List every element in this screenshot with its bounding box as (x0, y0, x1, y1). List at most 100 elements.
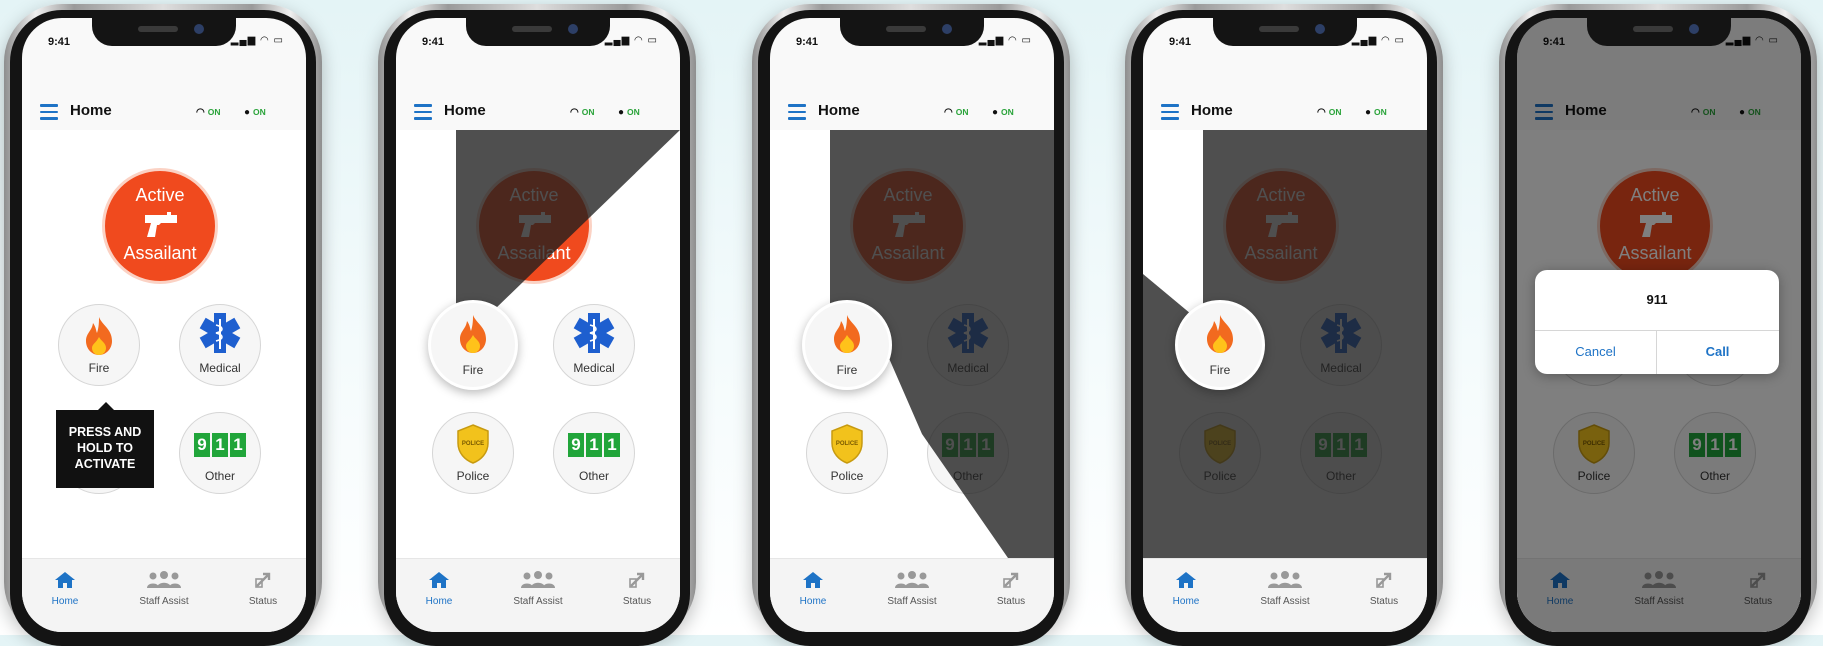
tab-staff-assist[interactable]: Staff Assist (1240, 571, 1330, 607)
front-camera (942, 24, 952, 34)
fire-icon (1207, 315, 1233, 353)
other-button[interactable]: 9 1 1 Other (179, 412, 261, 494)
tab-status[interactable]: Status (1339, 571, 1427, 607)
phone-frame-2: 9:41 ▂▄▆ ◠ ▭ Home ◠ ON ● ON Active Assaila… (378, 4, 696, 646)
medical-button[interactable]: Medical (179, 304, 261, 386)
other-button[interactable]: 9 1 1 Other (1300, 412, 1382, 494)
tab-home[interactable]: Home (770, 571, 858, 607)
police-button[interactable]: POLICE Police (806, 412, 888, 494)
star-of-life-icon (199, 313, 241, 353)
other-button[interactable]: 9 1 1 Other (553, 412, 635, 494)
wifi-icon: ◠ (196, 107, 205, 118)
active-assailant-button[interactable]: Active Assailant (476, 168, 592, 284)
medical-button[interactable]: Medical (927, 304, 1009, 386)
other-label: Other (1325, 469, 1356, 483)
tab-staff-assist[interactable]: Staff Assist (493, 571, 583, 607)
tab-home[interactable]: Home (22, 571, 110, 607)
active-assailant-button[interactable]: Active Assailant (1223, 168, 1339, 284)
tab-bar: Home Staff Assist Status (1143, 558, 1427, 632)
signal-wifi-battery-icon: ▂▄▆ ◠ ▭ (1351, 35, 1405, 46)
fire-button[interactable]: Fire (58, 304, 140, 386)
fire-button[interactable]: Fire (802, 300, 892, 390)
home-icon (803, 572, 823, 588)
hamburger-menu-icon[interactable] (414, 104, 432, 120)
status-time: 9:41 (1169, 36, 1192, 48)
tab-status[interactable]: Status (592, 571, 680, 607)
location-status: ●ON (992, 107, 1014, 118)
star-of-life-icon (573, 313, 615, 353)
active-assailant-button[interactable]: Active Assailant (850, 168, 966, 284)
signal-wifi-battery-icon: ▂▄▆ ◠ ▭ (978, 35, 1032, 46)
tab-staff-assist[interactable]: Staff Assist (119, 571, 209, 607)
tab-bar: Home Staff Assist Status (22, 558, 306, 632)
tooltip-line: PRESS AND (68, 425, 142, 439)
wifi-status: ◠ON (944, 107, 968, 118)
tab-staff-assist-label: Staff Assist (1260, 596, 1310, 607)
location-status-text: ON (253, 107, 266, 117)
tab-staff-assist-label: Staff Assist (139, 596, 189, 607)
medical-button[interactable]: Medical (553, 304, 635, 386)
phone-screen: 9:41 ▂▄▆ ◠ ▭ Home ◠ON ●ON Active Assaila… (1517, 18, 1801, 632)
digit: 1 (1351, 433, 1367, 457)
other-label: Other (578, 469, 609, 483)
active-assailant-button[interactable]: Active Assailant (102, 168, 218, 284)
tab-staff-assist-label: Staff Assist (513, 596, 563, 607)
fire-button[interactable]: Fire (1175, 300, 1265, 390)
nine-one-one-icon: 9 1 1 (942, 433, 994, 457)
tab-bar: Home Staff Assist Status (770, 558, 1054, 632)
active-assailant-label-line1: Active (135, 185, 185, 205)
phone-frame-5: 9:41 ▂▄▆ ◠ ▭ Home ◠ON ●ON Active Assaila… (1499, 4, 1817, 646)
speaker-grille (512, 26, 552, 32)
wifi-status-text: ON (207, 107, 221, 117)
active-assailant-label-line1: Active (509, 185, 559, 205)
app-header: Home ◠ON ●ON (22, 96, 306, 130)
speaker-grille (138, 26, 178, 32)
digit: 1 (978, 433, 994, 457)
group-icon (895, 571, 929, 588)
police-button[interactable]: POLICE Police (432, 412, 514, 494)
speaker-grille (1259, 26, 1299, 32)
hamburger-menu-icon[interactable] (788, 104, 806, 120)
gun-icon (519, 212, 551, 237)
gun-icon (1266, 212, 1298, 237)
hamburger-menu-icon[interactable] (40, 104, 58, 120)
tab-staff-assist[interactable]: Staff Assist (867, 571, 957, 607)
cancel-button[interactable]: Cancel (1535, 330, 1656, 374)
police-label: Police (830, 469, 864, 483)
star-of-life-icon (1320, 313, 1362, 353)
other-button[interactable]: 9 1 1 Other (927, 412, 1009, 494)
speaker-grille (886, 26, 926, 32)
fire-button[interactable]: Fire (428, 300, 518, 390)
tab-home[interactable]: Home (1143, 571, 1231, 607)
wifi-status-text: ON (581, 107, 595, 117)
medical-label: Medical (573, 361, 615, 375)
call-button[interactable]: Call (1657, 330, 1778, 374)
tab-status[interactable]: Status (218, 571, 306, 607)
police-badge-icon: POLICE (457, 424, 489, 464)
tab-status[interactable]: Status (966, 571, 1054, 607)
active-assailant-label-line1: Active (1256, 185, 1306, 205)
phone-screen: 9:41 ▂▄▆ ◠ ▭ Home ◠ON ●ON Active Assaila… (1143, 18, 1427, 632)
tab-status-label: Status (996, 596, 1026, 607)
medical-button[interactable]: Medical (1300, 304, 1382, 386)
hamburger-menu-icon[interactable] (1161, 104, 1179, 120)
phone-frame-1: 9:41 ▂▄▆ ◠ ▭ Home ◠ ON ● ON Active Assaila… (4, 4, 322, 646)
notch (466, 18, 610, 46)
app-header: Home ◠ON ●ON (770, 96, 1054, 130)
gun-icon (893, 212, 925, 237)
police-button[interactable]: POLICE Police (1179, 412, 1261, 494)
tab-home-label: Home (1172, 596, 1200, 607)
digit: 9 (1315, 433, 1331, 457)
location-status: ●ON (244, 107, 266, 118)
signal-wifi-battery-icon: ▂▄▆ ◠ ▭ (230, 35, 284, 46)
front-camera (568, 24, 578, 34)
digit: 9 (194, 433, 210, 457)
home-icon (429, 572, 449, 588)
medical-label: Medical (199, 361, 241, 375)
status-icon (1376, 572, 1392, 588)
digit: 1 (586, 433, 602, 457)
star-of-life-icon (947, 313, 989, 353)
gun-icon (145, 212, 177, 237)
tab-home[interactable]: Home (396, 571, 484, 607)
location-status-text: ON (1374, 107, 1387, 117)
